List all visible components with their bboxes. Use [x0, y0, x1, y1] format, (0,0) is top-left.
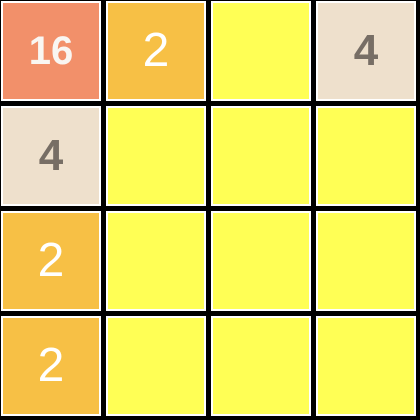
game-board[interactable]: 16 2 4 4 2 2: [0, 0, 420, 420]
empty-cell: [315, 210, 417, 312]
tile-16: 16: [0, 0, 102, 102]
empty-cell: [105, 315, 207, 417]
tile-2: 2: [0, 315, 102, 417]
empty-cell: [210, 0, 312, 102]
empty-cell: [315, 315, 417, 417]
tile-4: 4: [0, 105, 102, 207]
empty-cell: [210, 105, 312, 207]
tile-value: 16: [28, 29, 74, 73]
tile-value: 2: [37, 234, 65, 287]
empty-cell: [315, 105, 417, 207]
empty-cell: [105, 105, 207, 207]
empty-cell: [210, 210, 312, 312]
empty-cell: [105, 210, 207, 312]
tile-4: 4: [315, 0, 417, 102]
tile-value: 4: [38, 131, 64, 180]
tile-value: 4: [353, 26, 379, 75]
tile-2: 2: [0, 210, 102, 312]
empty-cell: [210, 315, 312, 417]
tile-value: 2: [142, 24, 170, 77]
tile-2: 2: [105, 0, 207, 102]
tile-value: 2: [37, 339, 65, 392]
